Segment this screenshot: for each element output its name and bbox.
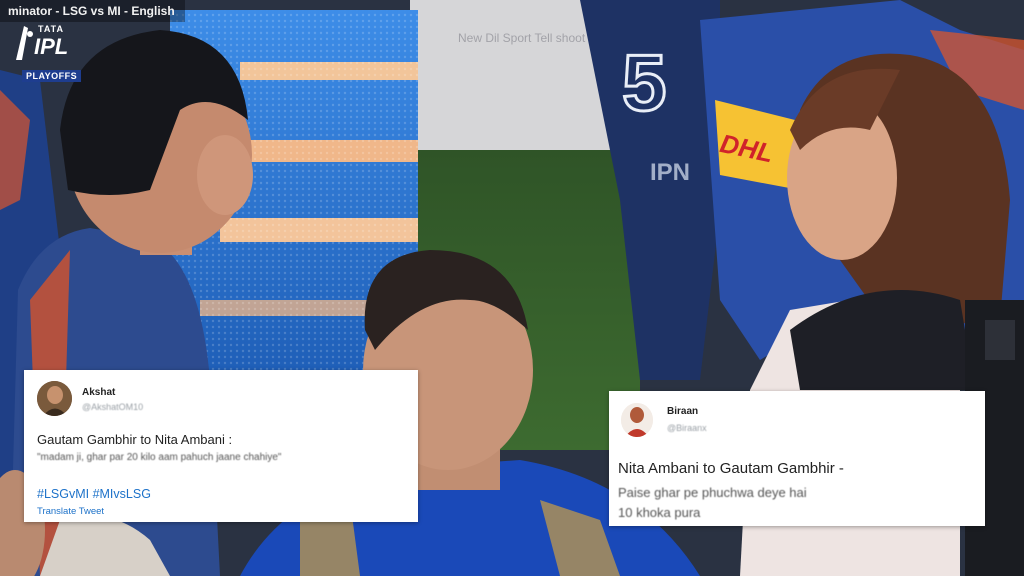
tweet-text-line: Gautam Gambhir to Nita Ambani :: [37, 432, 233, 447]
tweet-card: Biraan @Biraanx Nita Ambani to Gautam Ga…: [609, 391, 985, 526]
tweet-hashtags[interactable]: #LSGvMI #MIvsLSG: [37, 487, 151, 501]
translate-tweet-link[interactable]: Translate Tweet: [37, 506, 104, 517]
logo-tata-text: TATA: [38, 24, 64, 34]
tweet-author-handle: @Biraanx: [667, 423, 707, 433]
user-photo-icon: [621, 403, 653, 437]
logo-ipl-text: IPL: [34, 34, 69, 59]
tweet-text-line: "madam ji, ghar par 20 kilo aam pahuch j…: [37, 452, 282, 463]
tweet-author-handle: @AkshatOM10: [82, 402, 144, 412]
tweet-author-name: Akshat: [82, 387, 116, 398]
svg-text:IPN: IPN: [650, 159, 690, 186]
tata-ipl-playoffs-logo: TATA IPL PLAYOFFS: [8, 18, 88, 84]
user-photo-icon: [37, 381, 72, 416]
tweet-card: Akshat @AkshatOM10 Gautam Gambhir to Nit…: [24, 370, 418, 522]
tweet-author-name: Biraan: [667, 406, 699, 417]
avatar: [621, 403, 653, 437]
jersey-number: 5: [622, 38, 667, 127]
background-faded-text: New Dil Sport Tell shoot: [458, 31, 586, 45]
avatar: [37, 381, 72, 416]
batsman-emblem-icon: [16, 26, 33, 60]
tweet-text-line: Paise ghar pe phuchwa deye hai: [618, 485, 807, 500]
tweet-text-line: Nita Ambani to Gautam Gambhir -: [618, 460, 844, 477]
tweet-text-line: 10 khoka pura: [618, 505, 701, 520]
logo-playoffs-badge: PLAYOFFS: [22, 70, 82, 82]
